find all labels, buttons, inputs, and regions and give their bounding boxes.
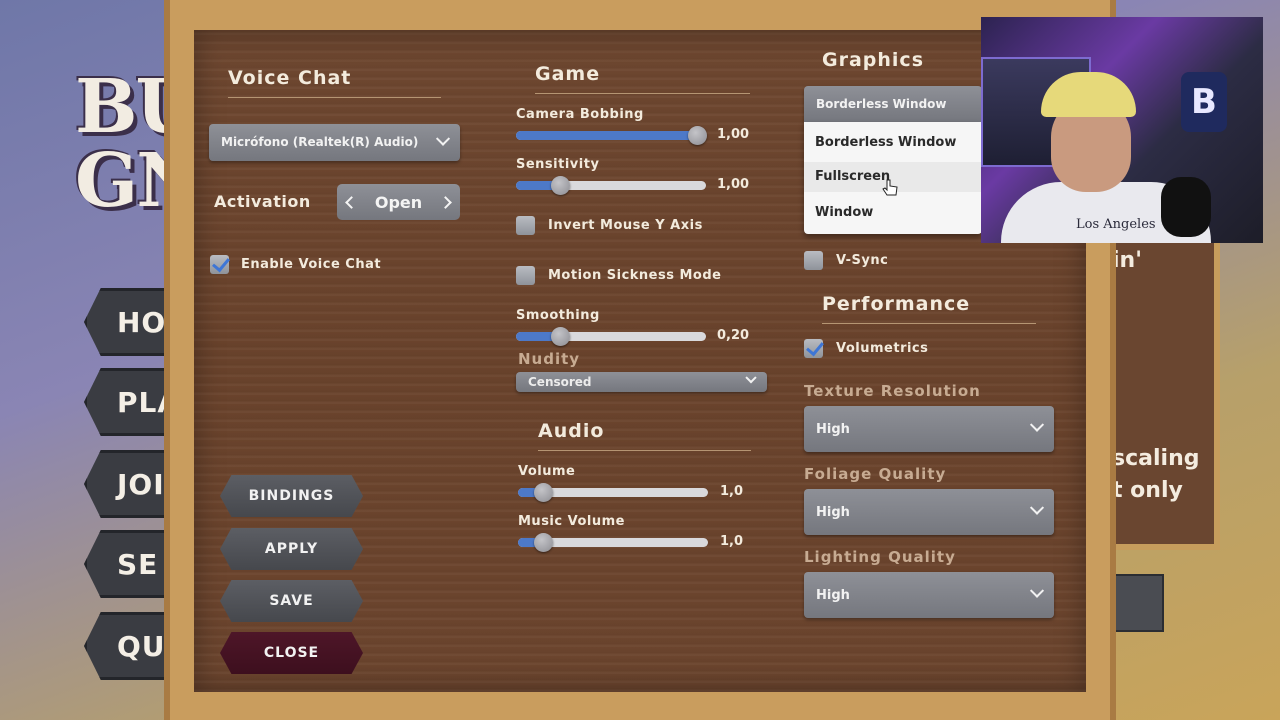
chevron-down-icon bbox=[1029, 500, 1045, 515]
slider-handle[interactable] bbox=[551, 176, 570, 195]
nudity-dropdown[interactable]: Censored bbox=[516, 372, 767, 392]
audio-title: Audio bbox=[538, 420, 751, 451]
lighting-quality-dropdown[interactable]: High bbox=[804, 572, 1054, 618]
window-mode-option-borderless[interactable]: Borderless Window bbox=[815, 135, 956, 150]
slider-handle[interactable] bbox=[551, 327, 570, 346]
texture-resolution-dropdown[interactable]: High bbox=[804, 406, 1054, 452]
camera-bobbing-value: 1,00 bbox=[717, 127, 750, 142]
bg-side-text: scaling bbox=[1112, 446, 1200, 471]
motion-sickness-label: Motion Sickness Mode bbox=[548, 268, 722, 283]
slider-handle[interactable] bbox=[534, 533, 553, 552]
motion-sickness-checkbox[interactable] bbox=[516, 266, 535, 285]
performance-title: Performance bbox=[822, 293, 1036, 324]
window-mode-dropdown[interactable]: Borderless Window bbox=[804, 86, 982, 122]
microphone-icon bbox=[1161, 177, 1211, 237]
smoothing-label: Smoothing bbox=[516, 308, 600, 323]
foliage-quality-value: High bbox=[816, 504, 850, 520]
window-mode-option-window[interactable]: Window bbox=[815, 205, 873, 220]
sensitivity-value: 1,00 bbox=[717, 177, 750, 192]
chevron-down-icon bbox=[435, 131, 451, 146]
lighting-quality-value: High bbox=[816, 587, 850, 603]
chevron-left-icon[interactable] bbox=[345, 195, 358, 209]
save-button[interactable]: SAVE bbox=[220, 580, 363, 622]
vsync-checkbox[interactable] bbox=[804, 251, 823, 270]
game-title: Game bbox=[535, 63, 750, 94]
hand-cursor-icon bbox=[882, 179, 898, 196]
music-volume-slider[interactable] bbox=[518, 533, 708, 552]
invert-mouse-label: Invert Mouse Y Axis bbox=[548, 218, 703, 233]
graphics-title: Graphics bbox=[822, 49, 924, 71]
texture-resolution-label: Texture Resolution bbox=[804, 382, 981, 400]
apply-button[interactable]: APPLY bbox=[220, 528, 363, 570]
activation-label: Activation bbox=[214, 192, 311, 211]
mic-device-dropdown[interactable]: Micrófono (Realtek(R) Audio) bbox=[209, 124, 460, 161]
lighting-quality-label: Lighting Quality bbox=[804, 548, 956, 566]
camera-bobbing-slider[interactable] bbox=[516, 126, 707, 145]
activation-value: Open bbox=[374, 192, 423, 212]
bg-side-text: t only bbox=[1112, 478, 1183, 503]
webcam-overlay: B Los Angeles bbox=[981, 17, 1263, 243]
chevron-down-icon bbox=[745, 372, 757, 384]
window-mode-value: Borderless Window bbox=[816, 97, 947, 111]
bindings-button[interactable]: BINDINGS bbox=[220, 475, 363, 517]
sensitivity-label: Sensitivity bbox=[516, 157, 600, 172]
sensitivity-slider[interactable] bbox=[516, 176, 706, 195]
nudity-value: Censored bbox=[528, 375, 592, 389]
enable-voice-chat-checkbox[interactable] bbox=[210, 255, 229, 274]
voice-chat-title: Voice Chat bbox=[228, 67, 441, 98]
webcam-logo: B bbox=[1181, 72, 1227, 132]
mic-device-value: Micrófono (Realtek(R) Audio) bbox=[221, 135, 419, 149]
vsync-label: V-Sync bbox=[836, 253, 889, 268]
volume-label: Volume bbox=[518, 464, 576, 479]
slider-fill bbox=[516, 131, 706, 140]
chevron-down-icon bbox=[1029, 583, 1045, 598]
volumetrics-label: Volumetrics bbox=[836, 341, 929, 356]
slider-handle[interactable] bbox=[688, 126, 707, 145]
music-volume-value: 1,0 bbox=[720, 534, 744, 549]
foliage-quality-dropdown[interactable]: High bbox=[804, 489, 1054, 535]
volume-slider[interactable] bbox=[518, 483, 708, 502]
volumetrics-checkbox[interactable] bbox=[804, 339, 823, 358]
camera-bobbing-label: Camera Bobbing bbox=[516, 107, 644, 122]
music-volume-label: Music Volume bbox=[518, 514, 625, 529]
bg-side-button bbox=[1112, 574, 1164, 632]
volume-value: 1,0 bbox=[720, 484, 744, 499]
smoothing-slider[interactable] bbox=[516, 327, 706, 346]
invert-mouse-checkbox[interactable] bbox=[516, 216, 535, 235]
enable-voice-chat-label: Enable Voice Chat bbox=[241, 257, 382, 272]
chevron-right-icon[interactable] bbox=[439, 195, 452, 209]
texture-resolution-value: High bbox=[816, 421, 850, 437]
webcam-shirt-text: Los Angeles bbox=[1076, 217, 1156, 232]
foliage-quality-label: Foliage Quality bbox=[804, 465, 947, 483]
smoothing-value: 0,20 bbox=[717, 328, 750, 343]
activation-selector[interactable]: Open bbox=[337, 184, 460, 220]
nudity-label: Nudity bbox=[518, 350, 581, 368]
chevron-down-icon bbox=[1029, 417, 1045, 432]
bg-side-text: in' bbox=[1112, 248, 1142, 273]
close-button[interactable]: CLOSE bbox=[220, 632, 363, 674]
slider-handle[interactable] bbox=[534, 483, 553, 502]
